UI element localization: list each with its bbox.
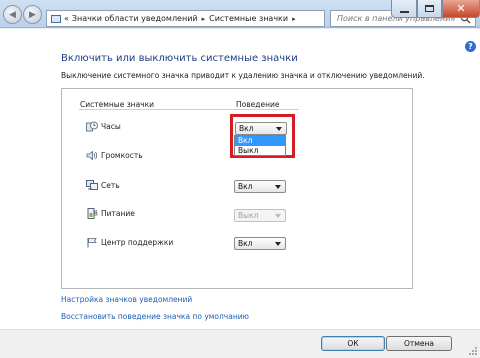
chevron-down-icon (275, 214, 281, 218)
action-center-flag-icon (87, 238, 97, 248)
page-title: Включить или выключить системные значки (61, 53, 298, 64)
power-behavior-value: Выкл (238, 211, 259, 220)
minimize-icon (399, 10, 409, 13)
volume-icon (86, 150, 98, 161)
address-bar[interactable]: « Значки области уведомлений ▸ Системные… (46, 10, 325, 27)
minimize-button[interactable] (391, 0, 417, 18)
resize-grip-icon[interactable] (468, 346, 478, 356)
breadcrumb-item-notification-icons[interactable]: Значки области уведомлений (72, 14, 198, 23)
breadcrumb-item-system-icons[interactable]: Системные значки (209, 14, 288, 23)
close-button[interactable]: ✕ (442, 0, 480, 18)
chevron-down-icon (275, 242, 281, 246)
action-center-behavior-select[interactable]: Вкл (234, 237, 286, 250)
maximize-button[interactable] (417, 0, 442, 18)
page-description: Выключение системного значка приводит к … (61, 71, 425, 80)
column-header-system-icons: Системные значки (80, 100, 155, 109)
power-icon (87, 208, 98, 219)
customize-notification-icons-link[interactable]: Настройка значков уведомлений (61, 295, 192, 304)
maximize-icon (425, 5, 434, 12)
row-label-network: Сеть (101, 181, 120, 190)
row-label-action-center: Центр поддержки (101, 238, 174, 247)
dropdown-option-off[interactable]: Выкл (235, 146, 285, 156)
ok-button[interactable]: ОК (321, 336, 385, 351)
back-button[interactable]: ◀ (3, 5, 22, 24)
breadcrumb-overflow[interactable]: « (64, 14, 69, 23)
row-label-clock: Часы (101, 122, 121, 131)
row-label-volume: Громкость (101, 151, 143, 160)
power-behavior-select[interactable]: Выкл (234, 209, 286, 222)
header-divider (79, 109, 299, 110)
back-arrow-icon: ◀ (9, 9, 16, 20)
row-label-power: Питание (101, 209, 135, 218)
restore-default-behavior-link[interactable]: Восстановить поведение значка по умолчан… (61, 312, 249, 321)
forward-arrow-icon: ▶ (29, 9, 36, 20)
forward-button[interactable]: ▶ (23, 5, 42, 24)
breadcrumb-separator[interactable]: ▸ (292, 15, 296, 23)
column-header-behavior: Поведение (236, 100, 280, 109)
clock-icon (86, 121, 98, 132)
chevron-down-icon (275, 185, 281, 189)
cancel-button[interactable]: Отмена (386, 336, 452, 351)
breadcrumb-separator[interactable]: ▸ (202, 15, 206, 23)
dropdown-option-on[interactable]: Вкл (235, 136, 285, 146)
network-icon (86, 180, 98, 190)
close-icon: ✕ (456, 2, 466, 15)
control-panel-icon (51, 14, 61, 23)
help-icon[interactable]: ? (465, 41, 476, 52)
behavior-dropdown-list[interactable]: Вкл Выкл (234, 135, 286, 156)
network-behavior-value: Вкл (238, 182, 253, 191)
action-center-behavior-value: Вкл (238, 239, 253, 248)
network-behavior-select[interactable]: Вкл (234, 180, 286, 193)
